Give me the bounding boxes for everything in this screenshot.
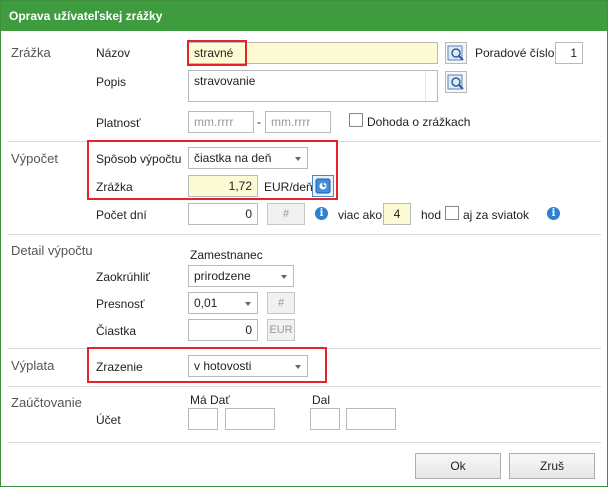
presnost-label: Presnosť	[96, 297, 145, 311]
platnost-label: Platnosť	[96, 116, 141, 130]
presnost-value: 0,01	[194, 296, 218, 310]
chevron-down-icon	[245, 302, 251, 306]
poradove-cislo-label: Poradové číslo	[475, 46, 555, 60]
highlight-vypocet	[87, 140, 338, 200]
viac-ako-label: viac ako	[338, 208, 383, 222]
aj-za-sviatok-checkbox[interactable]	[445, 206, 459, 220]
poradove-cislo-input[interactable]: 1	[555, 42, 583, 64]
presnost-hash-button[interactable]: #	[267, 292, 295, 314]
dialog-window: Oprava užívateľskej zrážky Zrážka Názov …	[0, 0, 608, 487]
info-icon[interactable]: i	[547, 207, 560, 220]
chevron-down-icon	[281, 275, 287, 279]
section-vyplata-label: Výplata	[11, 358, 55, 373]
presnost-select[interactable]: 0,01	[188, 292, 258, 314]
divider	[8, 386, 601, 387]
ma-dat-analyticky-input[interactable]	[225, 408, 275, 430]
nazov-label: Názov	[96, 46, 131, 60]
nazov-search-button[interactable]	[445, 42, 467, 64]
popis-label: Popis	[96, 75, 127, 89]
magnifier-icon	[447, 74, 464, 90]
date-separator: -	[257, 115, 261, 129]
zaokruhlit-label: Zaokrúhliť	[96, 270, 150, 284]
ok-button[interactable]: Ok	[415, 453, 501, 479]
cancel-button[interactable]: Zruš	[509, 453, 595, 479]
viac-ako-input[interactable]: 4	[383, 203, 411, 225]
platnost-od-input[interactable]: mm.rrrr	[188, 111, 254, 133]
zaokruhlit-select[interactable]: prirodzene	[188, 265, 294, 287]
aj-za-sviatok-label: aj za sviatok	[463, 208, 530, 222]
divider	[8, 234, 601, 235]
popis-input[interactable]: stravovanie	[188, 70, 438, 102]
hod-label: hod	[421, 208, 442, 222]
section-zauctovanie-label: Zaúčtovanie	[11, 395, 82, 410]
ciastka-eur-button[interactable]: EUR	[267, 319, 295, 341]
window-title: Oprava užívateľskej zrážky	[1, 1, 607, 31]
section-vypocet-label: Výpočet	[11, 151, 58, 166]
divider	[8, 442, 601, 443]
highlight-nazov	[187, 40, 247, 66]
highlight-vyplata	[87, 347, 327, 383]
dal-analyticky-input[interactable]	[346, 408, 396, 430]
ciastka-label: Čiastka	[96, 324, 137, 338]
zamestnanec-label: Zamestnanec	[190, 248, 263, 262]
dohoda-label: Dohoda o zrážkach	[367, 115, 471, 129]
ma-dat-synteticky-input[interactable]	[188, 408, 218, 430]
platnost-do-input[interactable]: mm.rrrr	[265, 111, 331, 133]
ciastka-input[interactable]: 0	[188, 319, 258, 341]
popis-search-button[interactable]	[445, 71, 467, 93]
ma-dat-label: Má Dať	[190, 393, 230, 407]
dal-synteticky-input[interactable]	[310, 408, 340, 430]
dal-label: Dal	[312, 393, 331, 407]
pocet-dni-label: Počet dní	[96, 208, 147, 222]
section-detail-label: Detail výpočtu	[11, 243, 93, 258]
section-zrazka-label: Zrážka	[11, 45, 51, 60]
zaokruhlit-value: prirodzene	[194, 269, 251, 283]
dohoda-checkbox[interactable]	[349, 113, 363, 127]
ucet-label: Účet	[96, 413, 121, 427]
pocet-dni-hash-button[interactable]: #	[267, 203, 305, 225]
pocet-dni-input[interactable]: 0	[188, 203, 258, 225]
popis-scrollbar[interactable]	[425, 71, 437, 101]
magnifier-icon	[447, 45, 464, 61]
info-icon[interactable]: i	[315, 207, 328, 220]
